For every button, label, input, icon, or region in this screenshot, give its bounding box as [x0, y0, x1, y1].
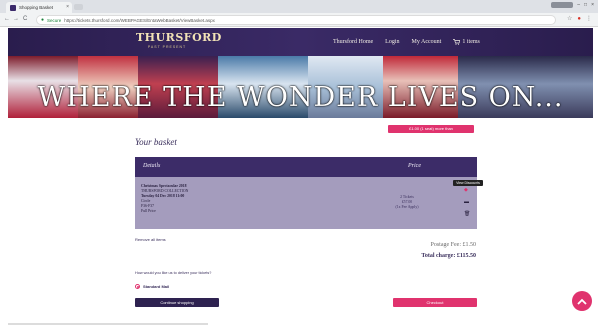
item-details: Christmas Spectacular 2018 THURSFORD COL…	[141, 184, 188, 214]
continue-shopping-button[interactable]: Continue shopping	[135, 298, 219, 307]
logo-text: THURSFORD	[136, 31, 222, 44]
total-charge: Total charge: £115.50	[421, 253, 476, 259]
extension-icons: ☆ ● ⋮	[567, 16, 592, 22]
back-to-top-button[interactable]	[572, 291, 592, 311]
view-discounts-tooltip: View Discounts	[453, 180, 483, 186]
window-controls: – □ ×	[551, 2, 594, 8]
postage-fee: Postage Fee: £1.50	[430, 242, 477, 248]
close-window-icon[interactable]: ×	[591, 2, 594, 8]
basket-item-row: Christmas Spectacular 2018 THURSFORD COL…	[135, 177, 477, 229]
basket-table-header: Details Price	[135, 157, 477, 177]
address-bar[interactable]: ● Secure https://tickets.thursford.com/W…	[36, 15, 556, 25]
standard-mail-label[interactable]: Standard Mail	[143, 284, 169, 289]
back-arrow-icon[interactable]: ←	[4, 16, 10, 22]
chevron-up-icon	[577, 298, 587, 305]
reload-icon[interactable]: C	[23, 16, 27, 22]
item-price: 2 Tickets £57.00 (1x Fee Apply)	[387, 195, 427, 210]
thursford-logo[interactable]: THURSFORD PAST PRESENT	[136, 31, 222, 51]
cart-count: 1 items	[462, 39, 480, 45]
url-text[interactable]: https://tickets.thursford.com/WEBPAGES/E…	[64, 18, 215, 23]
minimize-icon[interactable]: –	[577, 2, 580, 8]
fee-note: (1x Fee Apply)	[395, 205, 419, 209]
new-tab-button[interactable]	[74, 4, 83, 10]
nav-cart-link[interactable]: 1 items	[453, 39, 480, 45]
main-nav: Thursford Home Login My Account 1 items	[333, 39, 480, 45]
forward-arrow-icon[interactable]: →	[13, 16, 19, 22]
site-header: THURSFORD PAST PRESENT Thursford Home Lo…	[8, 28, 593, 56]
cart-icon	[453, 39, 461, 45]
radio-selected-dot	[136, 285, 139, 288]
trash-icon[interactable]: 🗑	[464, 212, 470, 217]
maximize-icon[interactable]: □	[584, 2, 587, 8]
footer-divider	[8, 323, 208, 325]
delivery-question: How would you like us to deliver your ti…	[135, 271, 212, 275]
secure-label: Secure	[47, 17, 62, 23]
remove-all-link[interactable]: Remove all items	[135, 237, 166, 242]
delivery-option[interactable]: Standard Mail	[135, 284, 169, 289]
nav-account-link[interactable]: My Account	[412, 39, 442, 45]
nav-home-link[interactable]: Thursford Home	[333, 39, 373, 45]
nav-login-link[interactable]: Login	[385, 39, 399, 45]
menu-icon[interactable]: ⋮	[586, 16, 592, 22]
browser-toolbar: ← → C ● Secure https://tickets.thursford…	[0, 13, 598, 27]
checkout-button[interactable]: Checkout	[393, 298, 477, 307]
lock-icon: ●	[41, 17, 45, 23]
logo-subtitle: PAST PRESENT	[147, 45, 187, 49]
price-column-header: Price	[408, 163, 421, 169]
hero-tagline: WHERE THE WONDER LIVES ON...	[37, 82, 564, 113]
browser-tab-bar: Shopping Basket × – □ ×	[0, 0, 598, 13]
close-tab-icon[interactable]: ×	[66, 5, 69, 10]
seats-info-button[interactable]: £1.00 (1 seat) more than	[388, 125, 474, 133]
site-favicon-icon	[10, 4, 16, 11]
standard-mail-radio[interactable]	[135, 284, 140, 289]
tab-title: Shopping Basket	[19, 5, 54, 10]
edit-icon[interactable]: ▬	[464, 200, 469, 205]
item-ticket-type: Full Price	[141, 209, 156, 213]
page-title: Your basket	[135, 137, 177, 147]
browser-tab[interactable]: Shopping Basket ×	[6, 2, 72, 13]
extension-icon[interactable]: ●	[577, 16, 581, 22]
profile-button[interactable]	[551, 2, 574, 8]
discount-tag-icon[interactable]: ◆	[464, 188, 468, 193]
details-column-header: Details	[143, 163, 161, 169]
star-icon[interactable]: ☆	[567, 16, 572, 22]
hero-banner: WHERE THE WONDER LIVES ON...	[8, 56, 593, 118]
